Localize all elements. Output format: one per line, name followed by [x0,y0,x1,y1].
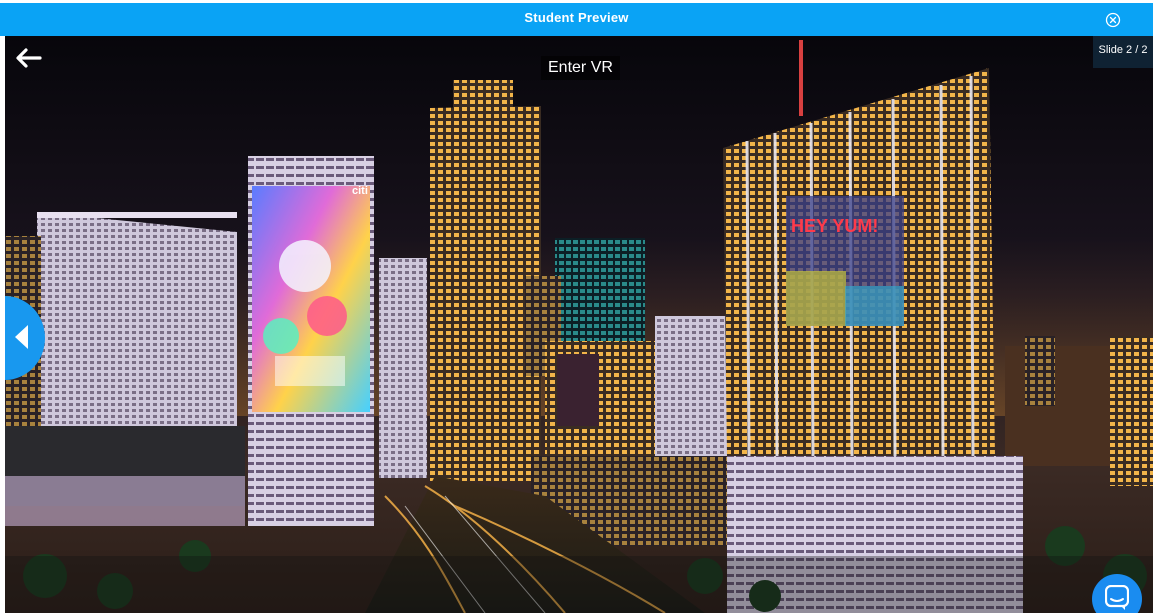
back-arrow-icon[interactable] [13,46,43,70]
chevron-left-icon [15,325,28,349]
slide-counter: Slide 2 / 2 [1093,36,1153,68]
close-icon[interactable] [1105,12,1121,28]
student-preview-app: Student Preview citi HEY YUM! Enter VR S… [0,0,1153,613]
enter-vr-button[interactable]: Enter VR [541,56,620,80]
top-bar: Student Preview [0,0,1153,36]
city-night-panorama[interactable]: citi HEY YUM! [5,36,1153,613]
page-title: Student Preview [524,10,629,25]
chat-bubble-icon [1105,585,1129,610]
panorama-viewer[interactable]: citi HEY YUM! Enter VR Slide 2 / 2 [5,36,1153,613]
citi-sign: citi [352,185,368,197]
hey-yum-sign: HEY YUM! [791,216,878,236]
